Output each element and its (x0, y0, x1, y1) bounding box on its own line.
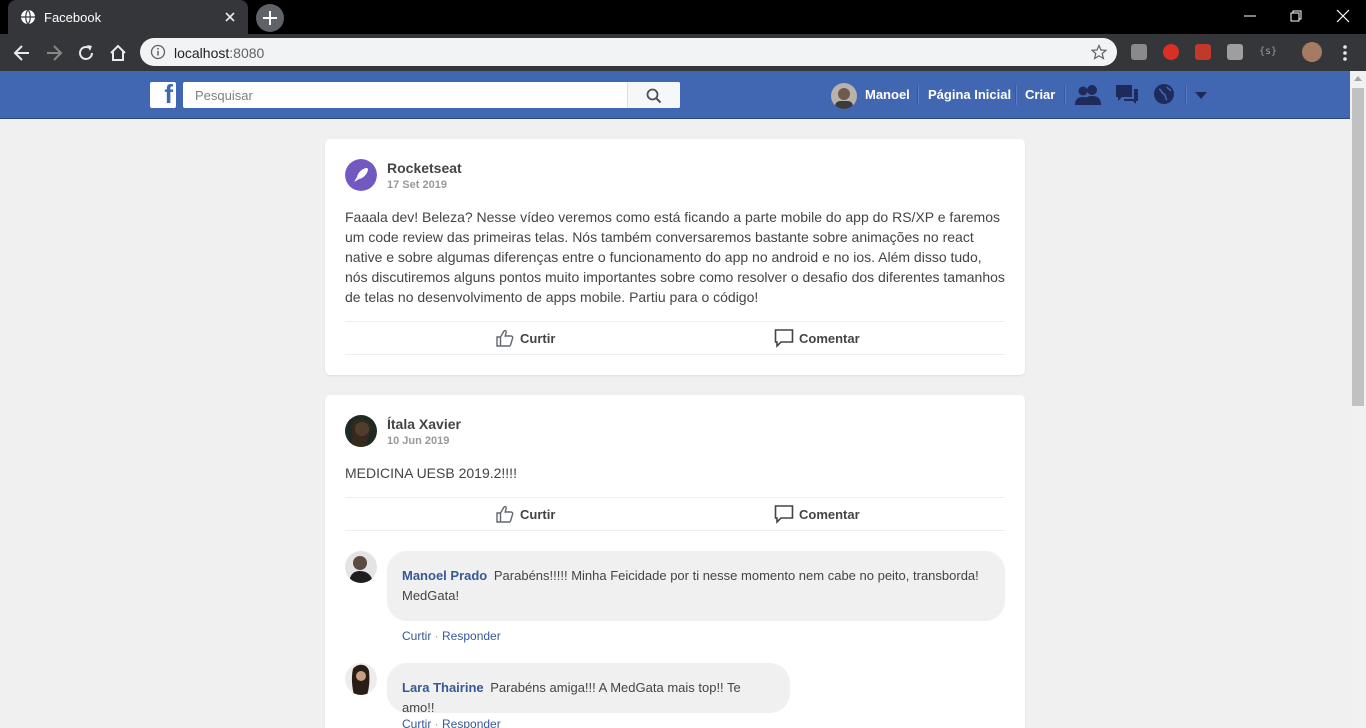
post-card: Ítala Xavier 10 Jun 2019 MEDICINA UESB 2… (325, 395, 1025, 728)
comment-like-link[interactable]: Curtir (402, 717, 431, 728)
comment-actions: Curtir · Responder (402, 717, 501, 728)
post-date: 10 Jun 2019 (387, 435, 450, 447)
comment-text: Parabéns!!!!! Minha Feicidade por ti nes… (402, 568, 979, 603)
forward-arrow-icon[interactable] (44, 43, 64, 63)
search-button[interactable] (627, 82, 680, 108)
profile-avatar-icon[interactable] (1302, 42, 1322, 62)
nav-divider (1015, 85, 1016, 105)
scroll-thumb[interactable] (1352, 88, 1364, 406)
close-tab-icon[interactable] (222, 9, 238, 25)
post-author[interactable]: Rocketseat (387, 160, 462, 176)
new-tab-button[interactable] (256, 4, 284, 32)
profile-link[interactable]: Manoel (865, 87, 910, 102)
reload-icon[interactable] (76, 43, 96, 63)
tab-title: Facebook (44, 10, 102, 25)
page-scrollbar[interactable] (1350, 71, 1366, 728)
back-arrow-icon[interactable] (12, 43, 32, 63)
comment-bubble-icon (774, 329, 794, 348)
comment-actions: Curtir · Responder (402, 629, 501, 643)
plus-icon (263, 11, 277, 25)
comment-reply-link[interactable]: Responder (442, 629, 501, 643)
separator-dot: · (431, 629, 443, 643)
comment-label: Comentar (799, 331, 860, 346)
notifications-globe-icon[interactable] (1153, 83, 1175, 105)
avatar-photo-icon (345, 415, 377, 447)
post-actions: Curtir Comentar (345, 321, 1005, 355)
post-actions: Curtir Comentar (345, 497, 1005, 531)
search-input[interactable] (183, 82, 627, 108)
comment-reply-link[interactable]: Responder (442, 717, 501, 728)
like-label: Curtir (520, 507, 556, 522)
bookmark-star-icon[interactable] (1091, 44, 1107, 60)
thumbs-up-icon (496, 329, 514, 347)
comment-author[interactable]: Manoel Prado (402, 568, 487, 583)
friend-requests-icon[interactable] (1074, 83, 1102, 107)
post-content: MEDICINA UESB 2019.2!!!! (345, 465, 517, 481)
nav-divider (1185, 85, 1186, 105)
browser-toolbar: localhost:8080 {s} (0, 34, 1366, 71)
browser-tab-bar: Facebook (0, 0, 1366, 34)
extension-shield-icon[interactable] (1227, 44, 1243, 60)
search-box (183, 82, 680, 108)
post-avatar[interactable] (345, 159, 377, 191)
extension-red-icon[interactable] (1195, 44, 1211, 60)
avatar-photo-icon (345, 551, 377, 583)
nav-divider (1064, 85, 1065, 105)
post-card: Rocketseat 17 Set 2019 Faaala dev! Belez… (325, 139, 1025, 375)
chevron-down-icon[interactable] (1195, 92, 1207, 100)
thumbs-up-icon (496, 505, 514, 523)
scroll-up-arrow-icon[interactable] (1354, 76, 1362, 81)
comment-avatar[interactable] (345, 663, 377, 695)
post-date: 17 Set 2019 (387, 179, 447, 191)
close-window-icon[interactable] (1335, 8, 1351, 24)
user-avatar[interactable] (831, 83, 857, 109)
home-link[interactable]: Página Inicial (928, 87, 1011, 102)
extension-video-icon[interactable] (1131, 44, 1147, 60)
globe-icon (21, 9, 35, 25)
post-content: Faaala dev! Beleza? Nesse vídeo veremos … (345, 209, 1005, 305)
like-label: Curtir (520, 331, 556, 346)
extension-stop-icon[interactable] (1163, 44, 1179, 60)
comment-bubble-icon (774, 505, 794, 524)
avatar-photo-icon (345, 663, 377, 695)
post-avatar[interactable] (345, 415, 377, 447)
address-bar[interactable]: localhost:8080 (140, 38, 1117, 66)
menu-dots-icon[interactable] (1335, 43, 1355, 63)
url-text: localhost:8080 (174, 45, 265, 61)
facebook-header: f Manoel Página Inicial Criar (0, 71, 1350, 119)
browser-tab[interactable]: Facebook (8, 0, 248, 34)
comment-avatar[interactable] (345, 551, 377, 583)
user-avatar-icon (831, 83, 857, 109)
post-author[interactable]: Ítala Xavier (387, 416, 461, 432)
restore-icon[interactable] (1288, 8, 1304, 24)
comment-like-link[interactable]: Curtir (402, 629, 431, 643)
search-icon (646, 88, 662, 104)
extension-code-icon[interactable]: {s} (1259, 44, 1277, 60)
minimize-icon[interactable] (1242, 8, 1258, 24)
info-icon[interactable] (150, 44, 166, 60)
rocket-icon (345, 159, 377, 191)
comment-label: Comentar (799, 507, 860, 522)
comment-author[interactable]: Lara Thairine (402, 680, 484, 695)
comment-bubble: Lara Thairine Parabéns amiga!!! A MedGat… (387, 663, 790, 715)
separator-dot: · (431, 717, 443, 728)
nav-divider (917, 85, 918, 105)
facebook-logo-icon[interactable]: f (150, 79, 176, 109)
messages-icon[interactable] (1114, 83, 1140, 107)
create-link[interactable]: Criar (1025, 87, 1055, 102)
home-icon[interactable] (108, 43, 128, 63)
comment-bubble: Manoel Prado Parabéns!!!!! Minha Feicida… (387, 551, 1005, 621)
